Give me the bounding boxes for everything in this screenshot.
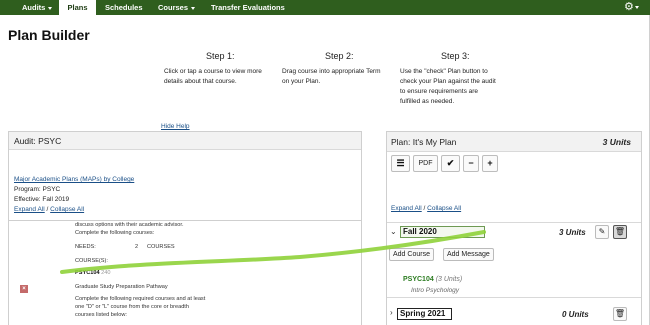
drag-trail-highlight (60, 230, 486, 274)
